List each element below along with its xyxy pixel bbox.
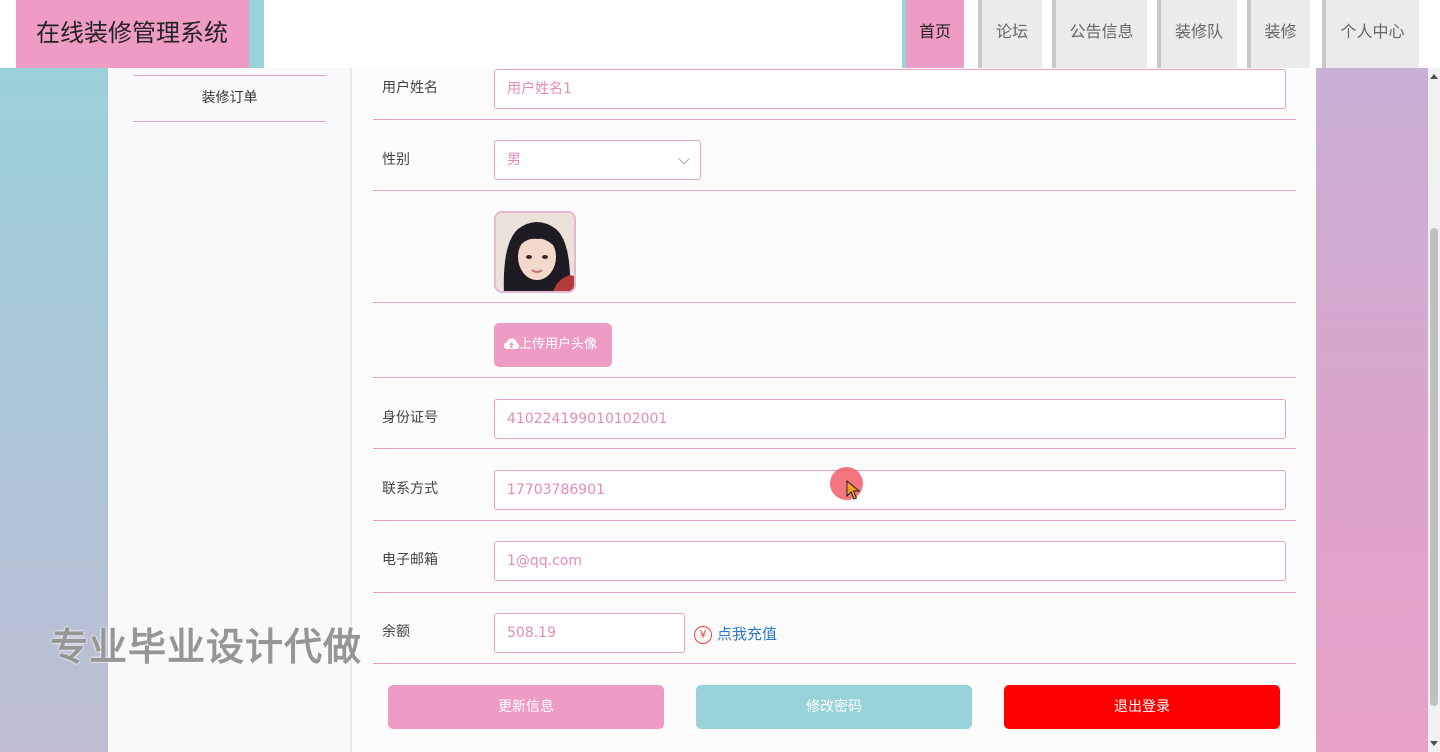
email-input[interactable]: 1@qq.com bbox=[494, 541, 1286, 581]
form-row-email: 电子邮箱 1@qq.com bbox=[373, 521, 1296, 593]
gender-select-value: 男 bbox=[507, 152, 521, 168]
avatar bbox=[494, 211, 576, 293]
brand-accent bbox=[249, 0, 264, 68]
nav-home[interactable]: 首页 bbox=[902, 0, 964, 68]
nav-forum[interactable]: 论坛 bbox=[978, 0, 1042, 68]
top-header: 在线装修管理系统 首页 论坛 公告信息 装修队 装修 个人中心 bbox=[0, 0, 1440, 68]
profile-form: 用户姓名 用户姓名1 性别 男 上传用户头像 身份证号 410224199010… bbox=[350, 68, 1316, 752]
chevron-down-icon bbox=[678, 153, 690, 165]
gender-label: 性别 bbox=[382, 152, 410, 168]
form-row-upload: 上传用户头像 bbox=[373, 303, 1296, 378]
nav-announcements[interactable]: 公告信息 bbox=[1052, 0, 1147, 68]
watermark-text: 专业毕业设计代做 bbox=[50, 625, 363, 669]
recharge-link[interactable]: ¥ 点我充值 bbox=[694, 623, 777, 644]
right-decoration bbox=[1316, 68, 1428, 752]
nav-renovation-team[interactable]: 装修队 bbox=[1157, 0, 1237, 68]
gender-select[interactable]: 男 bbox=[494, 140, 701, 180]
cloud-upload-icon bbox=[504, 338, 519, 349]
name-label: 用户姓名 bbox=[382, 80, 438, 96]
phone-label: 联系方式 bbox=[382, 481, 438, 497]
balance-input[interactable]: 508.19 bbox=[494, 613, 685, 653]
upload-avatar-button[interactable]: 上传用户头像 bbox=[494, 323, 612, 367]
nav-renovation[interactable]: 装修 bbox=[1247, 0, 1310, 68]
yuan-icon: ¥ bbox=[694, 626, 712, 644]
form-row-id: 身份证号 410224199010102001 bbox=[373, 378, 1296, 449]
name-input[interactable]: 用户姓名1 bbox=[494, 69, 1286, 109]
change-password-button[interactable]: 修改密码 bbox=[696, 685, 972, 729]
form-row-name: 用户姓名 用户姓名1 bbox=[373, 68, 1296, 120]
mouse-cursor-icon bbox=[846, 480, 860, 500]
id-card-label: 身份证号 bbox=[382, 410, 438, 426]
scroll-down-arrow-icon[interactable] bbox=[1430, 741, 1438, 746]
email-label: 电子邮箱 bbox=[382, 552, 438, 568]
id-card-input[interactable]: 410224199010102001 bbox=[494, 399, 1286, 439]
phone-input[interactable]: 17703786901 bbox=[494, 470, 1286, 510]
logout-button[interactable]: 退出登录 bbox=[1004, 685, 1280, 729]
app-title: 在线装修管理系统 bbox=[16, 0, 249, 68]
avatar-photo bbox=[496, 213, 574, 291]
recharge-label: 点我充值 bbox=[717, 625, 778, 643]
scrollbar-thumb[interactable] bbox=[1430, 228, 1438, 706]
scroll-up-arrow-icon[interactable] bbox=[1430, 74, 1438, 79]
nav-personal-center[interactable]: 个人中心 bbox=[1322, 0, 1419, 68]
form-row-avatar bbox=[373, 191, 1296, 303]
page-scrollbar[interactable] bbox=[1428, 68, 1440, 752]
upload-avatar-label: 上传用户头像 bbox=[519, 337, 598, 352]
form-row-gender: 性别 男 bbox=[373, 120, 1296, 191]
balance-label: 余额 bbox=[382, 624, 410, 640]
form-row-balance: 余额 508.19 ¥ 点我充值 bbox=[373, 593, 1296, 664]
update-info-button[interactable]: 更新信息 bbox=[388, 685, 664, 729]
sidebar-item-renovation-orders[interactable]: 装修订单 bbox=[133, 75, 326, 122]
